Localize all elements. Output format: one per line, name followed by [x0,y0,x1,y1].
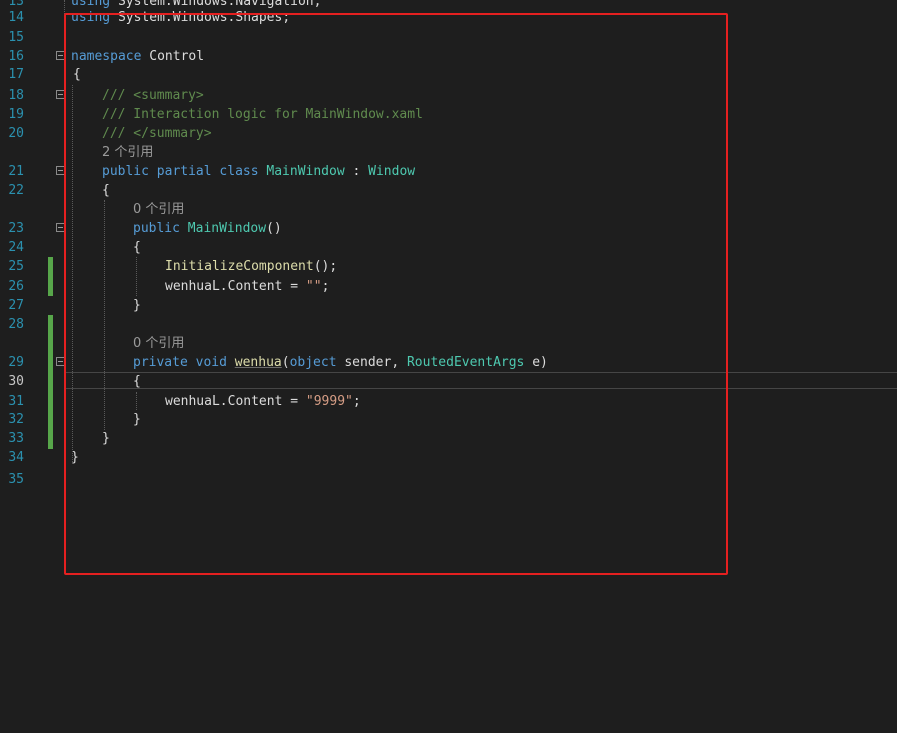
line-number: 28 [8,317,24,332]
line-number: 14 [8,10,24,25]
line-number: 27 [8,298,24,313]
line-number: 16 [8,49,24,64]
red-highlight-box [64,13,728,575]
line-number: 17 [8,67,24,82]
line-number: 15 [8,30,24,45]
line-number: 23 [8,221,24,236]
line-number: 20 [8,126,24,141]
line-number: 34 [8,450,24,465]
line-number: 24 [8,240,24,255]
line-number: 35 [8,472,24,487]
line-number: 31 [8,394,24,409]
line-number: 21 [8,164,24,179]
change-indicator [48,315,53,449]
line-number: 25 [8,259,24,274]
line-number: 29 [8,355,24,370]
change-indicator [48,257,53,296]
line-number: 18 [8,88,24,103]
line-number: 32 [8,412,24,427]
line-number: 33 [8,431,24,446]
line-number: 19 [8,107,24,122]
line-number: 26 [8,279,24,294]
line-number: 22 [8,183,24,198]
line-number: 30 [8,374,24,389]
